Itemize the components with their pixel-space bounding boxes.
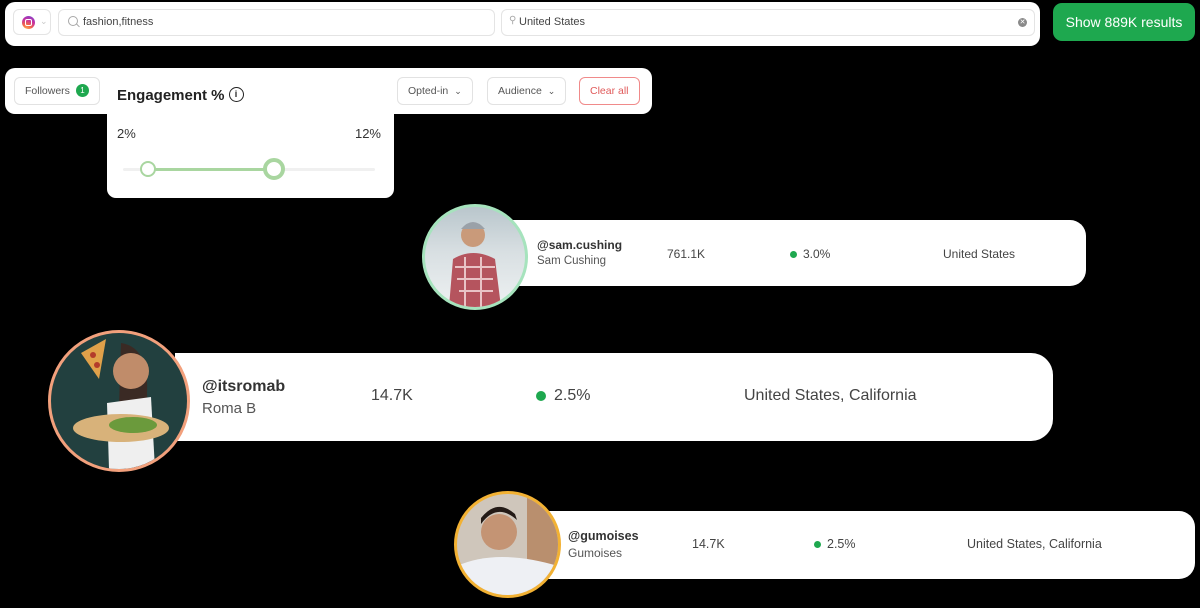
creator-handle[interactable]: @sam.cushing	[537, 238, 622, 252]
creator-engagement: 3.0%	[790, 247, 830, 261]
engagement-dot-icon	[814, 541, 821, 549]
creator-name: Sam Cushing	[537, 255, 607, 267]
person-photo-icon	[449, 222, 501, 307]
audience-filter-label: Audience	[498, 85, 542, 97]
info-icon[interactable]: i	[228, 86, 244, 102]
creator-avatar[interactable]	[454, 491, 561, 598]
engagement-dot-icon	[536, 390, 546, 401]
chevron-down-icon: ⌄	[454, 86, 462, 96]
engagement-title: Engagement % i	[117, 86, 244, 104]
instagram-icon	[22, 16, 35, 29]
search-icon	[68, 16, 78, 26]
creator-engagement: 2.5%	[814, 537, 856, 551]
show-results-button[interactable]: Show 889K results	[1053, 3, 1195, 41]
creator-location: United States, California	[744, 387, 917, 404]
creator-location: United States, California	[967, 537, 1102, 551]
person-photo-icon	[73, 339, 169, 469]
creator-followers: 761.1K	[667, 247, 706, 261]
creator-avatar[interactable]	[422, 204, 528, 310]
chevron-down-icon: ⌄	[547, 86, 556, 96]
location-value: United States	[519, 16, 586, 28]
engagement-max-label: 12%	[354, 126, 381, 141]
engagement-slider-track[interactable]	[123, 158, 375, 180]
opted-in-filter-label: Opted-in	[408, 85, 449, 97]
chevron-down-icon: ⌄	[40, 16, 48, 26]
creator-engagement-value: 2.5%	[827, 537, 856, 551]
audience-filter[interactable]: Audience ⌄	[487, 77, 567, 105]
keywords-input[interactable]: fashion,fitness	[58, 9, 495, 36]
creator-followers: 14.7K	[371, 387, 413, 404]
creator-handle[interactable]: @gumoises	[568, 529, 639, 543]
clear-location-icon[interactable]: ✕	[1018, 18, 1027, 27]
opted-in-filter[interactable]: Opted-in ⌄	[397, 77, 473, 105]
followers-filter-badge: 1	[75, 83, 89, 97]
engagement-title-text: Engagement %	[117, 87, 225, 104]
creator-engagement-value: 2.5%	[554, 387, 591, 404]
creator-name: Roma B	[202, 400, 257, 417]
location-input[interactable]: ⚲ United States ✕	[501, 9, 1035, 36]
creator-avatar[interactable]	[48, 330, 190, 472]
person-photo-icon	[457, 494, 558, 595]
creator-row[interactable]: @sam.cushing Sam Cushing 761.1K 3.0% Uni…	[505, 220, 1086, 286]
creator-row[interactable]: @itsromab Roma B 14.7K 2.5% United State…	[175, 353, 1053, 441]
creator-engagement-value: 3.0%	[803, 247, 831, 261]
engagement-dropdown: Engagement % i 2% 12%	[107, 75, 394, 198]
keywords-value: fashion,fitness	[83, 16, 154, 28]
creator-engagement: 2.5%	[536, 387, 590, 405]
creator-followers: 14.7K	[692, 537, 725, 551]
clear-all-button[interactable]: Clear all	[579, 77, 640, 105]
engagement-slider-fill	[148, 168, 275, 171]
platform-selector[interactable]: ⌄	[13, 9, 51, 35]
followers-filter-label: Followers	[25, 85, 70, 97]
engagement-min-label: 2%	[117, 126, 136, 141]
creator-location: United States	[943, 247, 1016, 261]
engagement-slider-max-handle[interactable]	[263, 158, 286, 180]
location-pin-icon: ⚲	[509, 15, 517, 26]
creator-name: Gumoises	[568, 546, 623, 560]
creator-handle[interactable]: @itsromab	[202, 378, 285, 396]
followers-filter[interactable]: Followers 1	[14, 77, 100, 105]
engagement-slider-min-handle[interactable]	[140, 161, 157, 177]
engagement-dot-icon	[790, 251, 797, 259]
creator-row[interactable]: @gumoises Gumoises 14.7K 2.5% United Sta…	[540, 511, 1195, 579]
